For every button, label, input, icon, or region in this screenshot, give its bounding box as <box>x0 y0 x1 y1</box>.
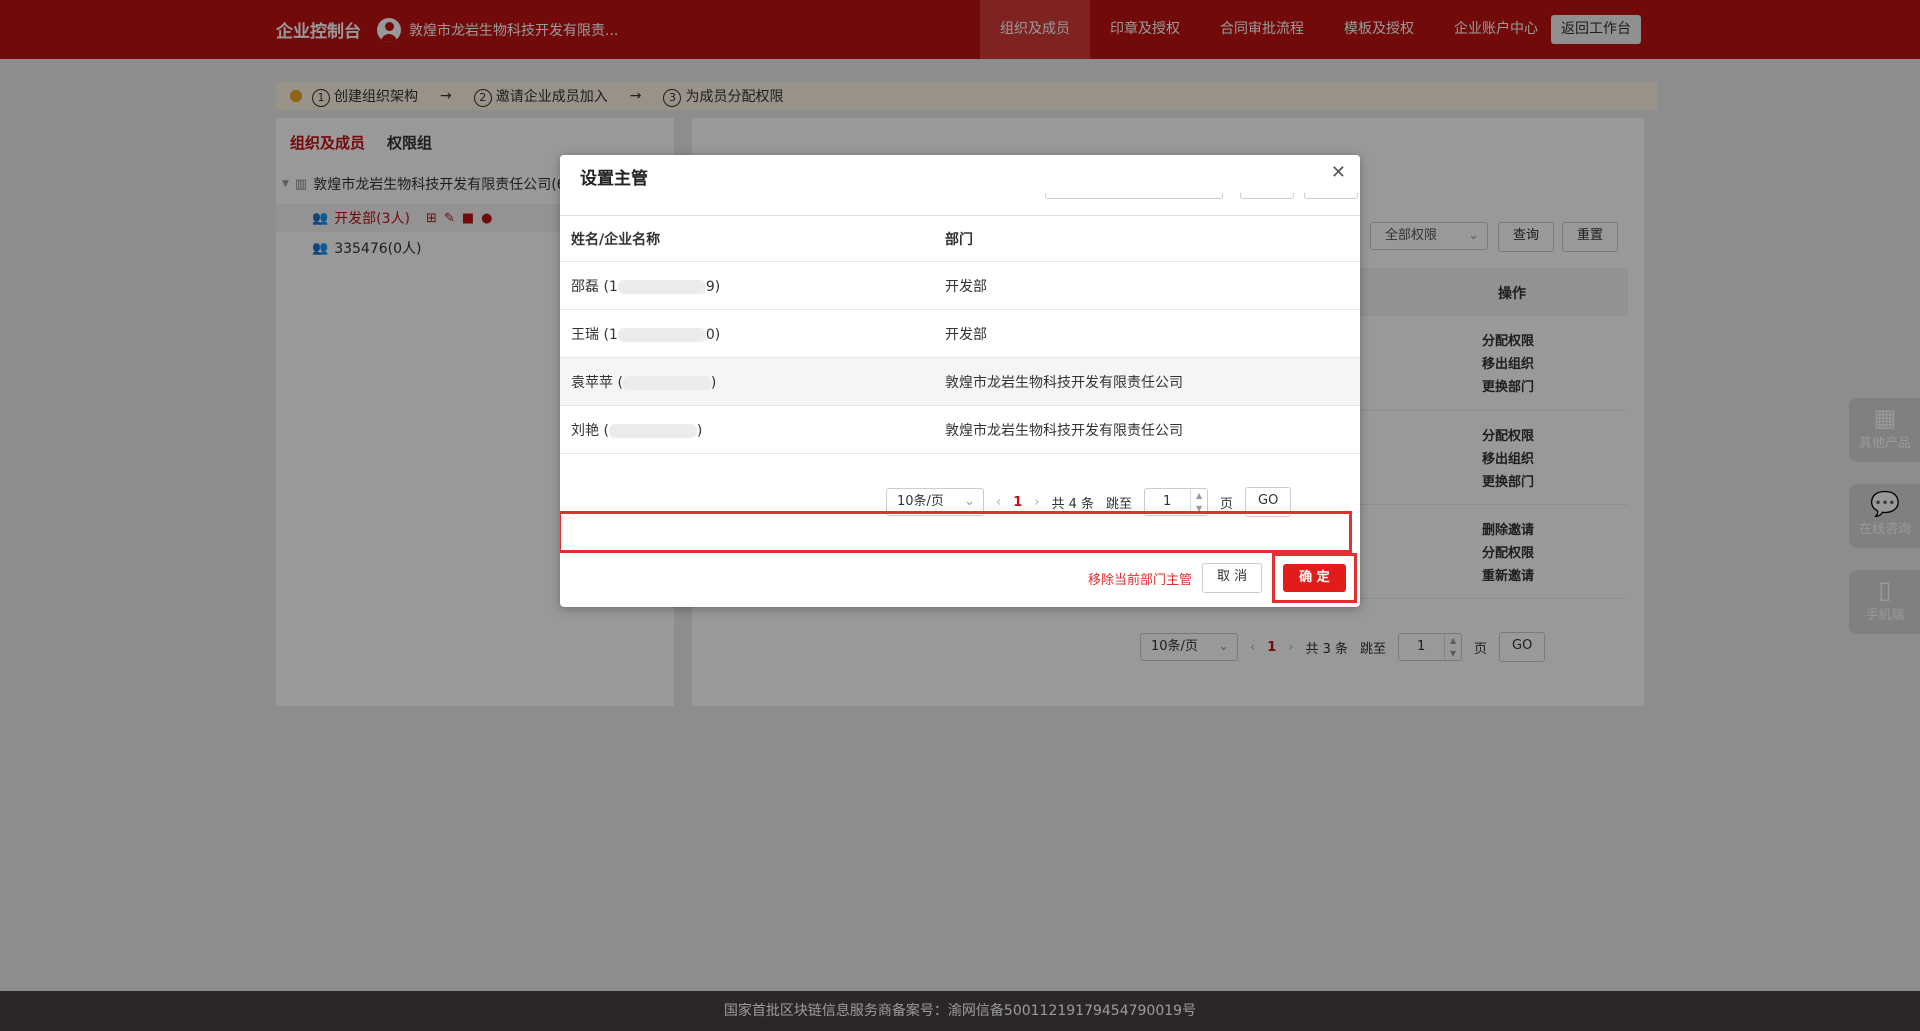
masked-phone <box>617 279 706 294</box>
cancel-button[interactable]: 取 消 <box>1202 563 1263 593</box>
modal-pagination: 10条/页 ⌄ ‹ 1 › 共 4 条 跳至 1 ▲ ▼ 页 GO <box>886 487 1292 517</box>
chevron-down-icon: ⌄ <box>964 494 975 509</box>
set-supervisor-dialog: 姓名/企业名称 查询 重置 设置主管 ✕ 姓名/企业名称 部门 邵磊 (19) … <box>560 155 1360 607</box>
spinner-icon[interactable]: ▲ ▼ <box>1190 489 1207 515</box>
masked-phone <box>608 423 697 438</box>
member-dept: 开发部 <box>945 326 987 343</box>
confirm-button[interactable]: 确 定 <box>1283 564 1346 592</box>
modal-header: 设置主管 ✕ <box>560 155 1360 193</box>
prev-page-icon[interactable]: ‹ <box>996 495 1001 510</box>
row-highlight-box <box>560 511 1352 553</box>
page-number[interactable]: 1 <box>1013 495 1022 510</box>
member-name-suffix: 0) <box>705 326 721 343</box>
remove-supervisor-link[interactable]: 移除当前部门主管 <box>1088 569 1192 588</box>
confirm-highlight-box: 确 定 <box>1272 553 1357 603</box>
go-button[interactable]: GO <box>1245 487 1292 517</box>
masked-phone <box>617 327 706 342</box>
member-name-text: 邵磊 (1 <box>571 278 618 295</box>
next-page-icon[interactable]: › <box>1034 495 1039 510</box>
masked-phone <box>622 375 711 390</box>
total-count: 共 4 条 <box>1051 496 1094 512</box>
modal-title: 设置主管 <box>580 169 648 189</box>
col-name-header: 姓名/企业名称 <box>571 231 661 248</box>
jump-page-value: 1 <box>1163 494 1172 509</box>
member-name: 袁苹苹 () <box>571 372 716 392</box>
modal-footer-actions: 移除当前部门主管 取 消 确 定 <box>1088 553 1357 603</box>
member-dept: 敦煌市龙岩生物科技开发有限责任公司 <box>945 374 1183 391</box>
member-name-suffix: ) <box>710 374 717 391</box>
table-row[interactable]: 刘艳 () 敦煌市龙岩生物科技开发有限责任公司 <box>560 406 1360 454</box>
member-name-suffix: 9) <box>705 278 721 295</box>
jump-page-input[interactable]: 1 ▲ ▼ <box>1144 488 1209 516</box>
member-name: 邵磊 (1 9) <box>571 276 720 296</box>
member-name: 王瑞 (1 0) <box>571 324 720 344</box>
member-name: 刘艳 () <box>571 420 702 440</box>
table-row[interactable]: 王瑞 (1 0) 开发部 <box>560 310 1360 358</box>
member-name-text: 袁苹苹 ( <box>571 374 623 391</box>
page-size-value: 10条/页 <box>897 494 944 509</box>
page-unit: 页 <box>1220 496 1234 512</box>
modal-table-header: 姓名/企业名称 部门 <box>560 215 1360 262</box>
table-row[interactable]: 邵磊 (1 9) 开发部 <box>560 262 1360 310</box>
member-name-suffix: ) <box>696 422 703 439</box>
member-dept: 开发部 <box>945 278 987 295</box>
jump-label: 跳至 <box>1106 496 1133 512</box>
member-dept: 敦煌市龙岩生物科技开发有限责任公司 <box>945 422 1183 439</box>
col-dept-header: 部门 <box>945 231 973 248</box>
member-name-text: 刘艳 ( <box>571 422 609 439</box>
member-name-text: 王瑞 (1 <box>571 326 618 343</box>
close-icon[interactable]: ✕ <box>1331 162 1346 183</box>
page-size-select[interactable]: 10条/页 ⌄ <box>886 488 984 516</box>
table-row-selected[interactable]: 袁苹苹 () 敦煌市龙岩生物科技开发有限责任公司 <box>560 358 1360 406</box>
